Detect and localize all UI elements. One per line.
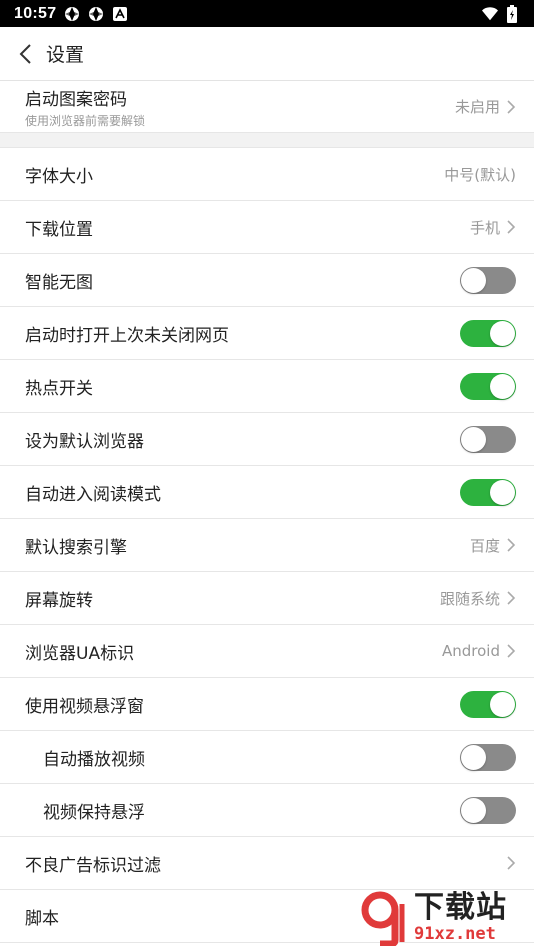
row-hotspot: 热点开关 [0,360,534,413]
chevron-left-icon [19,43,31,64]
row-video-float: 使用视频悬浮窗 [0,678,534,731]
aperture-icon [64,6,80,22]
row-restore-tabs: 启动时打开上次未关闭网页 [0,307,534,360]
chevron-right-icon [506,590,516,606]
row-value: 未启用 [454,98,500,116]
row-value: Android [442,642,500,660]
row-value: 中号(默认) [444,165,516,184]
chevron-right-icon [506,537,516,553]
battery-icon [504,4,520,23]
chevron-right-icon [506,855,516,871]
row-label: 启动图案密码 [25,89,127,110]
row-keep-floating: 视频保持悬浮 [0,784,534,837]
row-font-size[interactable]: 字体大小 中号(默认) [0,148,534,201]
row-label: 默认搜索引擎 [25,537,127,558]
row-label: 自动播放视频 [43,749,145,770]
row-label: 脚本 [25,908,59,929]
status-bar: 10:57 [0,0,534,27]
reader-mode-toggle[interactable] [460,478,516,506]
row-value: 手机 [469,218,500,237]
row-default-browser: 设为默认浏览器 [0,413,534,466]
row-label: 热点开关 [25,378,93,399]
video-float-toggle[interactable] [460,690,516,718]
status-time: 10:57 [14,4,57,22]
row-label: 视频保持悬浮 [43,802,145,823]
row-label: 使用视频悬浮窗 [25,696,144,717]
keep-floating-toggle[interactable] [460,796,516,824]
row-scripts[interactable]: 脚本 [0,890,534,943]
row-label: 字体大小 [25,166,93,187]
row-label: 智能无图 [25,272,93,293]
header: 设置 [0,27,534,81]
row-label: 下载位置 [25,219,93,240]
smart-no-image-toggle[interactable] [460,266,516,294]
row-label: 浏览器UA标识 [25,643,135,664]
page-title: 设置 [46,44,85,66]
notification-a-icon [112,6,128,22]
row-screen-rotation[interactable]: 屏幕旋转 跟随系统 [0,572,534,625]
row-label: 不良广告标识过滤 [25,855,161,876]
chevron-right-icon [506,219,516,235]
row-value: 百度 [469,536,500,555]
aperture-icon [88,6,104,22]
row-reader-mode: 自动进入阅读模式 [0,466,534,519]
row-download-location[interactable]: 下载位置 手机 [0,201,534,254]
row-pattern-lock[interactable]: 启动图案密码 使用浏览器前需要解锁 未启用 [0,81,534,133]
row-label: 自动进入阅读模式 [25,484,161,505]
wifi-icon [482,6,498,22]
section-divider [0,133,534,148]
chevron-right-icon [506,99,516,115]
autoplay-video-toggle[interactable] [460,743,516,771]
row-label: 设为默认浏览器 [25,431,144,452]
row-user-agent[interactable]: 浏览器UA标识 Android [0,625,534,678]
hotspot-toggle[interactable] [460,372,516,400]
restore-tabs-toggle[interactable] [460,319,516,347]
row-autoplay-video: 自动播放视频 [0,731,534,784]
row-label: 屏幕旋转 [25,590,93,611]
default-browser-toggle[interactable] [460,425,516,453]
row-smart-no-image: 智能无图 [0,254,534,307]
row-label: 启动时打开上次未关闭网页 [25,325,229,346]
back-button[interactable] [14,39,36,69]
row-value: 跟随系统 [439,589,500,608]
row-sublabel: 使用浏览器前需要解锁 [25,113,146,128]
chevron-right-icon [506,643,516,659]
row-search-engine[interactable]: 默认搜索引擎 百度 [0,519,534,572]
row-ad-filter[interactable]: 不良广告标识过滤 [0,837,534,890]
